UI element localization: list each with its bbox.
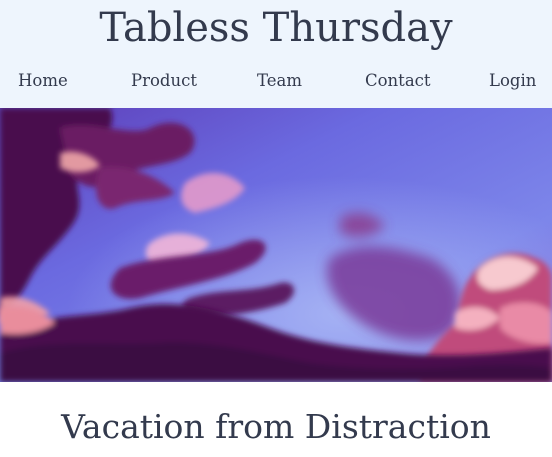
site-header: Tabless Thursday Home Product Team Conta… (0, 0, 552, 108)
site-title: Tabless Thursday (99, 5, 453, 51)
main-nav: Home Product Team Contact Login (0, 66, 552, 96)
nav-item-home[interactable]: Home (18, 66, 68, 96)
nav-item-team[interactable]: Team (257, 66, 302, 96)
nav-item-contact[interactable]: Contact (365, 66, 431, 96)
nav-item-login[interactable]: Login (489, 66, 536, 96)
nav-item-product[interactable]: Product (131, 66, 197, 96)
hero-image (0, 108, 552, 382)
section-title: Vacation from Distraction (61, 407, 491, 446)
sunset-clouds-image (0, 108, 552, 382)
